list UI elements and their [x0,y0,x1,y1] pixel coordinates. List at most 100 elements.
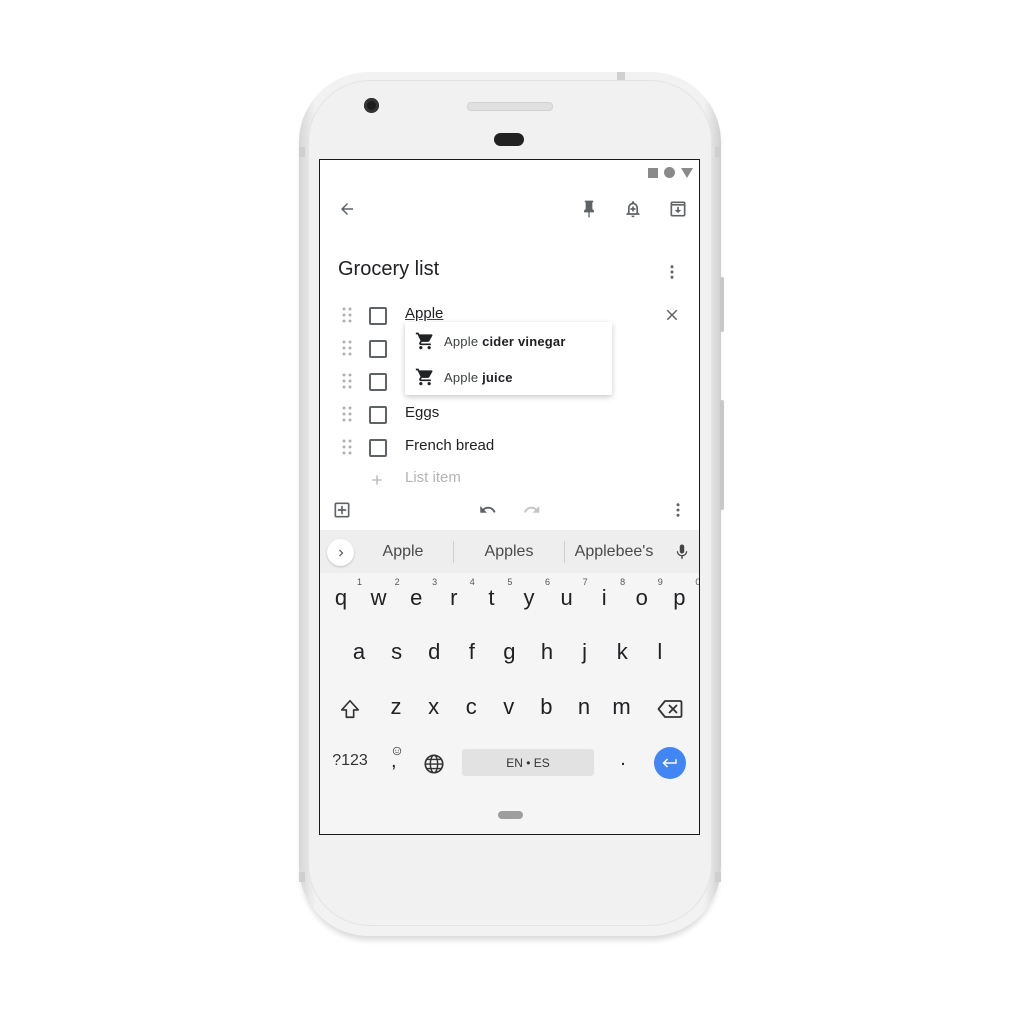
drag-handle-icon[interactable] [342,406,352,422]
key-s[interactable]: s [382,639,412,665]
redo-button[interactable] [520,498,544,522]
undo-button[interactable] [476,498,500,522]
key-o[interactable]: o9 [627,577,663,611]
key-e[interactable]: e3 [401,577,437,611]
key-k[interactable]: k [607,639,637,665]
key-label: q [334,585,348,610]
drag-handle-icon[interactable] [342,340,352,356]
add-box-icon [334,502,350,518]
suggestion-word[interactable]: Apples [470,543,548,561]
expand-toolbar-button[interactable] [327,539,354,566]
drag-handle-icon[interactable] [342,373,352,389]
antenna-band [715,147,721,157]
add-list-item[interactable]: List item [320,464,699,494]
volume-button [720,400,724,510]
add-reminder-icon [626,201,640,218]
shopping-cart-icon [415,332,433,350]
autocomplete-item[interactable]: Apple juice [405,360,612,394]
item-text-input[interactable]: Apple [405,305,443,322]
key-b[interactable]: b [531,694,561,720]
key-a[interactable]: a [344,639,374,665]
key-v[interactable]: v [494,694,524,720]
enter-icon [662,758,677,768]
divider [564,541,565,563]
suggestion-strip: Apple Apples Applebee's [320,530,699,573]
space-key[interactable]: EN • ES [462,749,594,776]
shift-key[interactable] [336,695,364,723]
autocomplete-text: Apple cider vinegar [444,333,566,349]
key-l[interactable]: l [645,639,675,665]
key-label: e [410,585,423,610]
add-item-placeholder[interactable]: List item [405,469,461,486]
item-checkbox[interactable] [369,406,387,424]
suggestion-word[interactable]: Apple [370,543,436,561]
key-g[interactable]: g [494,639,524,665]
key-i[interactable]: i8 [589,577,625,611]
item-checkbox[interactable] [369,307,387,325]
list-item: French bread [320,432,699,462]
back-button[interactable] [334,196,360,222]
suggestion-word[interactable]: Applebee's [570,543,658,561]
navigation-handle[interactable] [498,811,523,819]
key-t[interactable]: t5 [476,577,512,611]
period-key[interactable]: . [608,748,638,771]
key-x[interactable]: x [419,694,449,720]
earpiece-speaker [467,102,553,111]
plus-icon [372,475,382,485]
key-z[interactable]: z [381,694,411,720]
key-number-hint: 2 [394,577,400,587]
key-w[interactable]: w2 [364,577,400,611]
key-p[interactable]: p0 [664,577,699,611]
key-number-hint: 6 [544,577,550,587]
enter-key[interactable] [654,747,686,779]
key-number-hint: 8 [620,577,626,587]
note-options-button[interactable] [666,498,690,522]
key-m[interactable]: m [607,694,637,720]
key-n[interactable]: n [569,694,599,720]
key-r[interactable]: r4 [439,577,475,611]
autocomplete-item[interactable]: Apple cider vinegar [405,324,612,358]
key-y[interactable]: y6 [514,577,551,611]
language-key[interactable] [420,750,448,778]
key-j[interactable]: j [570,639,600,665]
key-c[interactable]: c [456,694,486,720]
drag-handle-icon[interactable] [342,307,352,323]
more-vert-icon [676,503,680,517]
archive-button[interactable] [665,196,691,222]
key-number-hint: 4 [469,577,475,587]
note-menu-button[interactable] [660,260,684,284]
key-label: u [560,585,573,610]
key-f[interactable]: f [457,639,487,665]
drag-handle-icon[interactable] [342,439,352,455]
item-text[interactable]: Eggs [405,404,439,421]
item-checkbox[interactable] [369,439,387,457]
divider [453,541,454,563]
key-d[interactable]: d [419,639,449,665]
key-q[interactable]: q1 [326,577,362,611]
arrow-left-icon [341,203,353,215]
voice-input-button[interactable] [670,540,694,564]
more-vert-icon [670,265,674,279]
item-checkbox[interactable] [369,340,387,358]
symbols-key[interactable]: ?123 [328,752,372,770]
note-title[interactable]: Grocery list [338,258,439,281]
delete-item-button[interactable] [660,303,684,327]
square-icon [648,167,658,178]
comma-key[interactable]: , [382,746,412,778]
key-number-hint: 9 [657,577,663,587]
key-number-hint: 7 [582,577,588,587]
key-number-hint: 5 [507,577,513,587]
keyboard: Apple Apples Applebee's q1w2e3r4t5y6u7i8… [320,530,699,834]
add-content-button[interactable] [330,498,354,522]
key-label: y [523,585,535,610]
pin-button[interactable] [576,196,602,222]
key-label: o [635,585,648,610]
power-button [720,277,724,332]
backspace-key[interactable] [654,695,686,723]
globe-icon [424,754,444,774]
key-u[interactable]: u7 [552,577,587,611]
item-checkbox[interactable] [369,373,387,391]
reminder-button[interactable] [620,196,646,222]
key-h[interactable]: h [532,639,562,665]
item-text[interactable]: French bread [405,437,494,454]
